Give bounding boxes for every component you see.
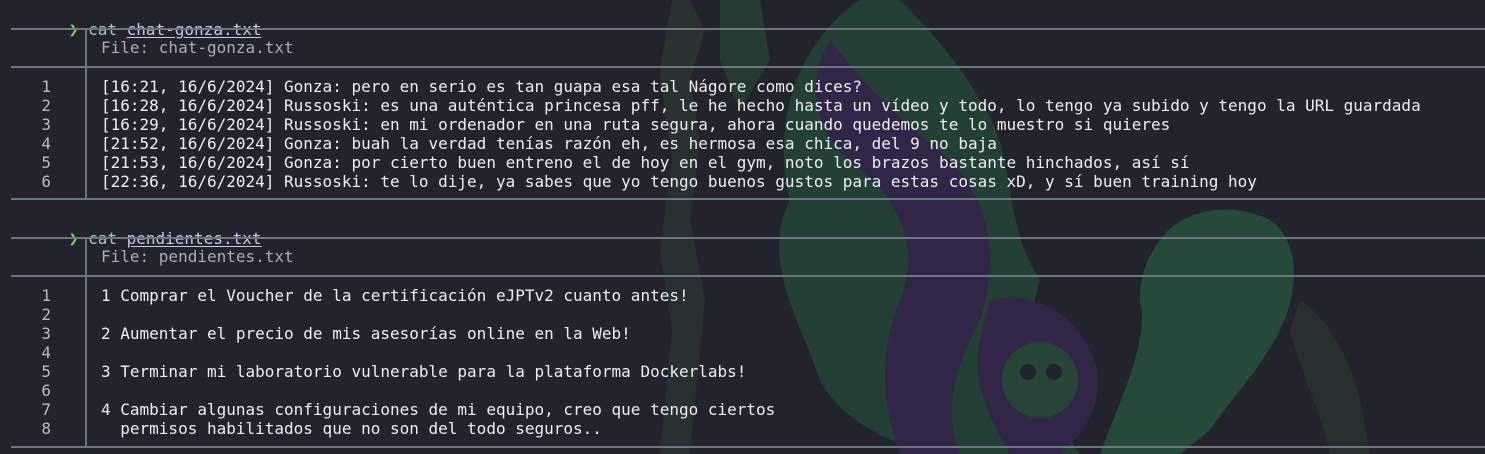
gutter-divider xyxy=(85,239,87,275)
file-content: 1 [16:21, 16/6/2024] Gonza: pero en serio… xyxy=(0,77,1485,191)
code-line: 4 xyxy=(0,343,1485,362)
code-line: 5 [21:53, 16/6/2024] Gonza: por cierto bu… xyxy=(0,153,1485,172)
line-number: 7 xyxy=(41,400,51,419)
line-number: 2 xyxy=(41,96,51,115)
line-number: 3 xyxy=(41,115,51,134)
line-text: 3 Terminar mi laboratorio vulnerable par… xyxy=(101,362,747,381)
line-text: [16:29, 16/6/2024] Russoski: en mi orden… xyxy=(101,115,1171,134)
line-number: 6 xyxy=(41,172,51,191)
line-text: 2 Aumentar el precio de mis asesorías on… xyxy=(101,324,631,343)
line-text: [22:36, 16/6/2024] Russoski: te lo dije,… xyxy=(101,172,1257,191)
line-text: [16:21, 16/6/2024] Gonza: pero en serio … xyxy=(101,77,862,96)
code-line: 6 xyxy=(0,381,1485,400)
line-number: 6 xyxy=(41,381,51,400)
terminal-window[interactable]: ❯ cat chat-gonza.txt File: chat-gonza.tx… xyxy=(0,0,1485,454)
code-line: 7 4 Cambiar algunas configuraciones de mi… xyxy=(0,400,1485,419)
code-line: 8 permisos habilitados que no son del to… xyxy=(0,419,1485,438)
table-top-rule xyxy=(11,237,1485,239)
code-line: 2 xyxy=(0,305,1485,324)
file-content: 1 1 Comprar el Voucher de la certificació… xyxy=(0,286,1485,438)
code-line: 1 1 Comprar el Voucher de la certificació… xyxy=(0,286,1485,305)
line-number: 5 xyxy=(41,362,51,381)
line-text: permisos habilitados que no son del todo… xyxy=(101,419,602,438)
header-rule xyxy=(11,66,1485,68)
code-line: 2 [16:28, 16/6/2024] Russoski: es una aut… xyxy=(0,96,1485,115)
table-top-rule xyxy=(11,28,1485,30)
code-line: 1 [16:21, 16/6/2024] Gonza: pero en serio… xyxy=(0,77,1485,96)
command-prompt-line: ❯ cat pendientes.txt xyxy=(11,210,262,248)
line-text: 1 Comprar el Voucher de la certificación… xyxy=(101,286,689,305)
code-line: 5 3 Terminar mi laboratorio vulnerable pa… xyxy=(0,362,1485,381)
header-rule xyxy=(11,275,1485,277)
line-number: 2 xyxy=(41,305,51,324)
line-text: 4 Cambiar algunas configuraciones de mi … xyxy=(101,400,776,419)
line-number: 1 xyxy=(41,286,51,305)
file-header: File: pendientes.txt xyxy=(101,247,294,266)
code-line: 6 [22:36, 16/6/2024] Russoski: te lo dije… xyxy=(0,172,1485,191)
table-bottom-rule xyxy=(11,446,1485,448)
line-number: 3 xyxy=(41,324,51,343)
line-text: [21:53, 16/6/2024] Gonza: por cierto bue… xyxy=(101,153,1190,172)
line-number: 8 xyxy=(41,419,51,438)
line-number: 4 xyxy=(41,343,51,362)
table-bottom-rule xyxy=(11,198,1485,200)
line-text: [16:28, 16/6/2024] Russoski: es una auté… xyxy=(101,96,1421,115)
file-header: File: chat-gonza.txt xyxy=(101,38,294,57)
line-number: 5 xyxy=(41,153,51,172)
command-prompt-line: ❯ cat chat-gonza.txt xyxy=(11,1,262,39)
code-line: 4 [21:52, 16/6/2024] Gonza: buah la verda… xyxy=(0,134,1485,153)
code-line: 3 2 Aumentar el precio de mis asesorías o… xyxy=(0,324,1485,343)
line-number: 4 xyxy=(41,134,51,153)
line-number: 1 xyxy=(41,77,51,96)
gutter-divider xyxy=(85,29,87,66)
line-text: [21:52, 16/6/2024] Gonza: buah la verdad… xyxy=(101,134,997,153)
code-line: 3 [16:29, 16/6/2024] Russoski: en mi orde… xyxy=(0,115,1485,134)
